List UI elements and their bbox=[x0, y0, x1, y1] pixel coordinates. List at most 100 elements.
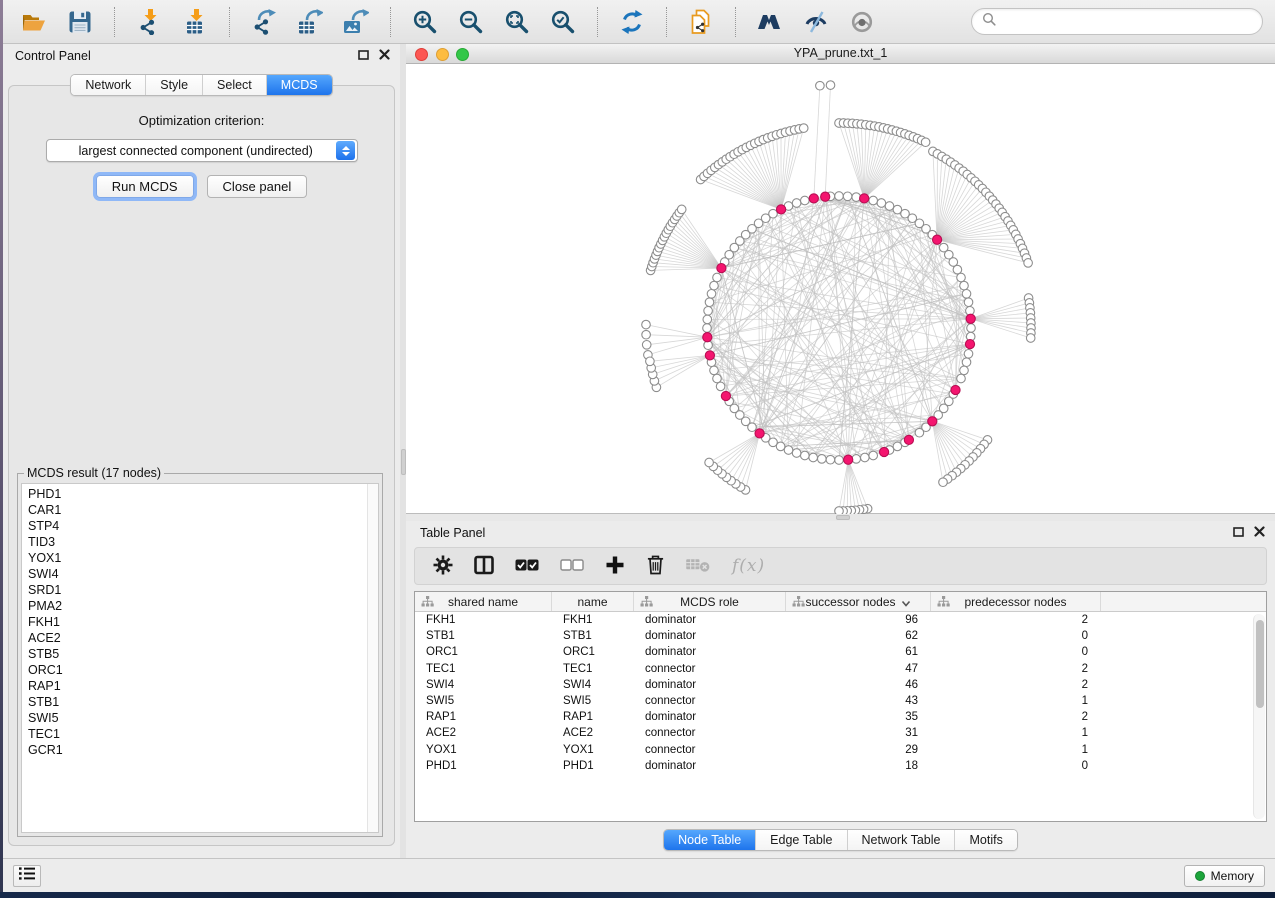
export-table-button[interactable] bbox=[289, 5, 331, 39]
graph-node[interactable] bbox=[861, 453, 870, 462]
table-row[interactable]: YOX1YOX1connector291 bbox=[415, 742, 1266, 758]
network-canvas[interactable] bbox=[406, 64, 1275, 513]
graph-mcds-hub-node[interactable] bbox=[809, 194, 818, 203]
column-header-successor-nodes[interactable]: successor nodes bbox=[786, 592, 931, 611]
table-row[interactable]: TEC1TEC1connector472 bbox=[415, 661, 1266, 677]
graph-leaf-node[interactable] bbox=[642, 330, 651, 339]
graph-node[interactable] bbox=[710, 366, 719, 375]
mcds-result-list[interactable]: PHD1CAR1STP4TID3YOX1SWI4SRD1PMA2FKH1ACE2… bbox=[21, 483, 379, 833]
tab-motifs[interactable]: Motifs bbox=[954, 830, 1016, 850]
graph-mcds-hub-node[interactable] bbox=[755, 429, 764, 438]
graph-node[interactable] bbox=[710, 281, 719, 290]
graph-mcds-hub-node[interactable] bbox=[721, 391, 730, 400]
select-all-button[interactable] bbox=[515, 558, 539, 575]
add-button[interactable] bbox=[605, 555, 625, 578]
gear-button[interactable] bbox=[433, 555, 453, 578]
columns-button[interactable] bbox=[474, 555, 494, 578]
graph-node[interactable] bbox=[885, 202, 894, 211]
graph-node[interactable] bbox=[792, 199, 801, 208]
mcds-result-item[interactable]: SWI5 bbox=[22, 710, 378, 726]
tab-select[interactable]: Select bbox=[202, 75, 266, 95]
graph-node[interactable] bbox=[957, 374, 966, 383]
mcds-result-item[interactable]: YOX1 bbox=[22, 550, 378, 566]
optimization-criterion-select[interactable]: largest connected component (undirected) bbox=[46, 139, 358, 162]
mcds-result-item[interactable]: ORC1 bbox=[22, 662, 378, 678]
graph-mcds-hub-node[interactable] bbox=[777, 205, 786, 214]
graph-node[interactable] bbox=[784, 446, 793, 455]
mcds-result-item[interactable]: TEC1 bbox=[22, 726, 378, 742]
zoom-fit-button[interactable] bbox=[496, 5, 538, 39]
graph-node[interactable] bbox=[957, 273, 966, 282]
task-history-button[interactable] bbox=[13, 865, 41, 887]
preview-eye-button[interactable] bbox=[841, 5, 883, 39]
graph-leaf-node[interactable] bbox=[646, 357, 655, 366]
graph-node[interactable] bbox=[809, 453, 818, 462]
table-row[interactable]: ACE2ACE2connector311 bbox=[415, 725, 1266, 741]
graph-node[interactable] bbox=[843, 192, 852, 201]
mcds-result-item[interactable]: GCR1 bbox=[22, 742, 378, 758]
graph-mcds-hub-node[interactable] bbox=[860, 194, 869, 203]
graph-mcds-hub-node[interactable] bbox=[703, 333, 712, 342]
table-row[interactable]: SWI5SWI5connector431 bbox=[415, 693, 1266, 709]
graph-mcds-hub-node[interactable] bbox=[821, 192, 830, 201]
tab-network[interactable]: Network bbox=[71, 75, 145, 95]
graph-leaf-node[interactable] bbox=[816, 81, 825, 90]
graph-node[interactable] bbox=[960, 281, 969, 290]
graph-leaf-node[interactable] bbox=[939, 478, 948, 487]
graph-mcds-hub-node[interactable] bbox=[966, 314, 975, 323]
graph-node[interactable] bbox=[713, 374, 722, 383]
zoom-selected-button[interactable] bbox=[542, 5, 584, 39]
graph-node[interactable] bbox=[826, 455, 835, 464]
close-table-panel-icon[interactable] bbox=[1254, 526, 1265, 537]
close-window-icon[interactable] bbox=[415, 48, 428, 61]
graph-leaf-node[interactable] bbox=[826, 81, 835, 90]
close-panel-icon[interactable] bbox=[379, 49, 390, 60]
tab-edge-table[interactable]: Edge Table bbox=[755, 830, 846, 850]
tab-style[interactable]: Style bbox=[145, 75, 202, 95]
column-header-name[interactable]: name bbox=[552, 592, 634, 611]
graph-node[interactable] bbox=[960, 366, 969, 375]
graph-mcds-hub-node[interactable] bbox=[844, 455, 853, 464]
column-header-predecessor-nodes[interactable]: predecessor nodes bbox=[931, 592, 1101, 611]
mcds-result-item[interactable]: ACE2 bbox=[22, 630, 378, 646]
graph-leaf-node[interactable] bbox=[705, 458, 714, 467]
float-table-panel-icon[interactable] bbox=[1233, 527, 1244, 537]
mcds-list-scrollbar[interactable] bbox=[367, 484, 378, 832]
graph-node[interactable] bbox=[792, 449, 801, 458]
graph-node[interactable] bbox=[964, 298, 973, 307]
horizontal-splitter[interactable] bbox=[406, 514, 1275, 521]
graph-node[interactable] bbox=[915, 428, 924, 437]
graph-mcds-hub-node[interactable] bbox=[933, 235, 942, 244]
memory-button[interactable]: Memory bbox=[1184, 865, 1265, 887]
run-mcds-button[interactable]: Run MCDS bbox=[96, 175, 194, 198]
maximize-window-icon[interactable] bbox=[456, 48, 469, 61]
mcds-result-item[interactable]: STB1 bbox=[22, 694, 378, 710]
graph-node[interactable] bbox=[707, 290, 716, 299]
delete-table-button[interactable] bbox=[686, 556, 711, 576]
graph-node[interactable] bbox=[967, 324, 976, 333]
graph-node[interactable] bbox=[703, 315, 712, 324]
graph-mcds-hub-node[interactable] bbox=[880, 447, 889, 456]
tab-mcds[interactable]: MCDS bbox=[266, 75, 332, 95]
float-panel-icon[interactable] bbox=[358, 50, 369, 60]
graph-leaf-node[interactable] bbox=[1024, 259, 1033, 268]
mcds-result-item[interactable]: CAR1 bbox=[22, 502, 378, 518]
graph-leaf-node[interactable] bbox=[677, 205, 686, 214]
graph-node[interactable] bbox=[713, 273, 722, 282]
graph-node[interactable] bbox=[962, 290, 971, 299]
save-button[interactable] bbox=[59, 5, 101, 39]
table-scrollbar[interactable] bbox=[1253, 614, 1265, 819]
graph-node[interactable] bbox=[964, 350, 973, 359]
graph-node[interactable] bbox=[893, 442, 902, 451]
mcds-result-item[interactable]: RAP1 bbox=[22, 678, 378, 694]
graph-mcds-hub-node[interactable] bbox=[904, 435, 913, 444]
vertical-splitter-handle[interactable] bbox=[401, 449, 406, 475]
graph-mcds-hub-node[interactable] bbox=[717, 264, 726, 273]
deselect-all-button[interactable] bbox=[560, 558, 584, 575]
graph-node[interactable] bbox=[852, 193, 861, 202]
graph-node[interactable] bbox=[705, 298, 714, 307]
import-network-button[interactable] bbox=[128, 5, 170, 39]
graph-leaf-node[interactable] bbox=[921, 138, 930, 147]
hide-graphics-details-button[interactable] bbox=[795, 5, 837, 39]
tab-node-table[interactable]: Node Table bbox=[664, 830, 755, 850]
